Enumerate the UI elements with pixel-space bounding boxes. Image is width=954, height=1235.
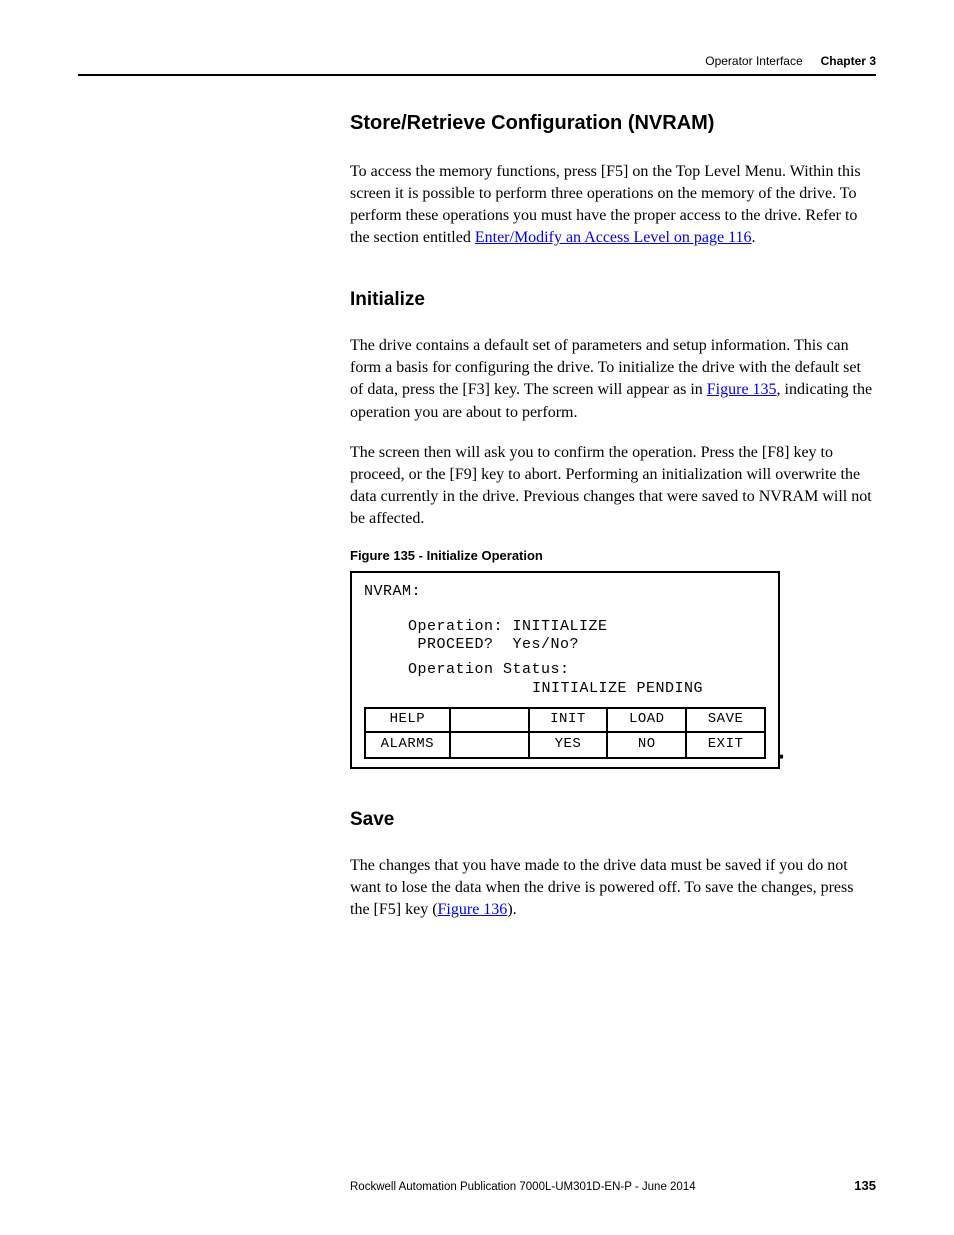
heading-initialize: Initialize bbox=[350, 289, 874, 311]
softkey-save[interactable]: SAVE bbox=[687, 707, 766, 733]
softkey-row-1: HELP INIT LOAD SAVE bbox=[364, 707, 766, 733]
heading-save: Save bbox=[350, 809, 874, 831]
nvram-screen: NVRAM: Operation: INITIALIZE PROCEED? Ye… bbox=[350, 571, 780, 769]
softkey-exit[interactable]: EXIT bbox=[687, 733, 766, 759]
footer-publication: Rockwell Automation Publication 7000L-UM… bbox=[350, 1181, 696, 1193]
para-store-1: To access the memory functions, press [F… bbox=[350, 161, 874, 249]
running-header: Operator Interface Chapter 3 bbox=[78, 54, 876, 76]
link-access-level[interactable]: Enter/Modify an Access Level on page 116 bbox=[475, 229, 752, 246]
link-figure-135[interactable]: Figure 135 bbox=[707, 381, 777, 398]
header-chapter: Chapter 3 bbox=[821, 54, 876, 68]
softkey-init[interactable]: INIT bbox=[530, 707, 609, 733]
softkey-load[interactable]: LOAD bbox=[608, 707, 687, 733]
screen-line-status-label: Operation Status: bbox=[408, 661, 766, 680]
text-fragment: The changes that you have made to the dr… bbox=[350, 857, 853, 918]
heading-store-retrieve: Store/Retrieve Configuration (NVRAM) bbox=[350, 112, 874, 135]
header-section: Operator Interface bbox=[705, 54, 802, 68]
text-fragment: . bbox=[752, 229, 756, 246]
text-fragment: ). bbox=[507, 901, 516, 918]
content-column: Store/Retrieve Configuration (NVRAM) To … bbox=[350, 112, 874, 921]
screen-line-operation: Operation: INITIALIZE bbox=[408, 618, 766, 637]
page: Operator Interface Chapter 3 Store/Retri… bbox=[0, 0, 954, 1235]
softkey-no[interactable]: NO bbox=[608, 733, 687, 759]
figure-caption-135: Figure 135 - Initialize Operation bbox=[350, 548, 874, 563]
softkey-grid: HELP INIT LOAD SAVE ALARMS YES NO EXIT bbox=[364, 707, 766, 759]
softkey-blank[interactable] bbox=[451, 707, 530, 733]
link-figure-136[interactable]: Figure 136 bbox=[438, 901, 508, 918]
softkey-blank-2[interactable] bbox=[451, 733, 530, 759]
softkey-row-2: ALARMS YES NO EXIT bbox=[364, 733, 766, 759]
footer-page-number: 135 bbox=[854, 1178, 876, 1193]
para-init-2: The screen then will ask you to confirm … bbox=[350, 442, 874, 530]
para-save-1: The changes that you have made to the dr… bbox=[350, 855, 874, 921]
softkey-alarms[interactable]: ALARMS bbox=[364, 733, 451, 759]
page-footer: Rockwell Automation Publication 7000L-UM… bbox=[78, 1178, 876, 1193]
screen-line-status-value: INITIALIZE PENDING bbox=[532, 680, 766, 699]
softkey-help[interactable]: HELP bbox=[364, 707, 451, 733]
softkey-yes[interactable]: YES bbox=[530, 733, 609, 759]
screen-line-proceed: PROCEED? Yes/No? bbox=[408, 636, 766, 655]
screen-body: Operation: INITIALIZE PROCEED? Yes/No? bbox=[408, 618, 766, 656]
para-init-1: The drive contains a default set of para… bbox=[350, 335, 874, 423]
dot-icon: ■ bbox=[779, 753, 784, 763]
screen-title: NVRAM: bbox=[364, 583, 766, 602]
